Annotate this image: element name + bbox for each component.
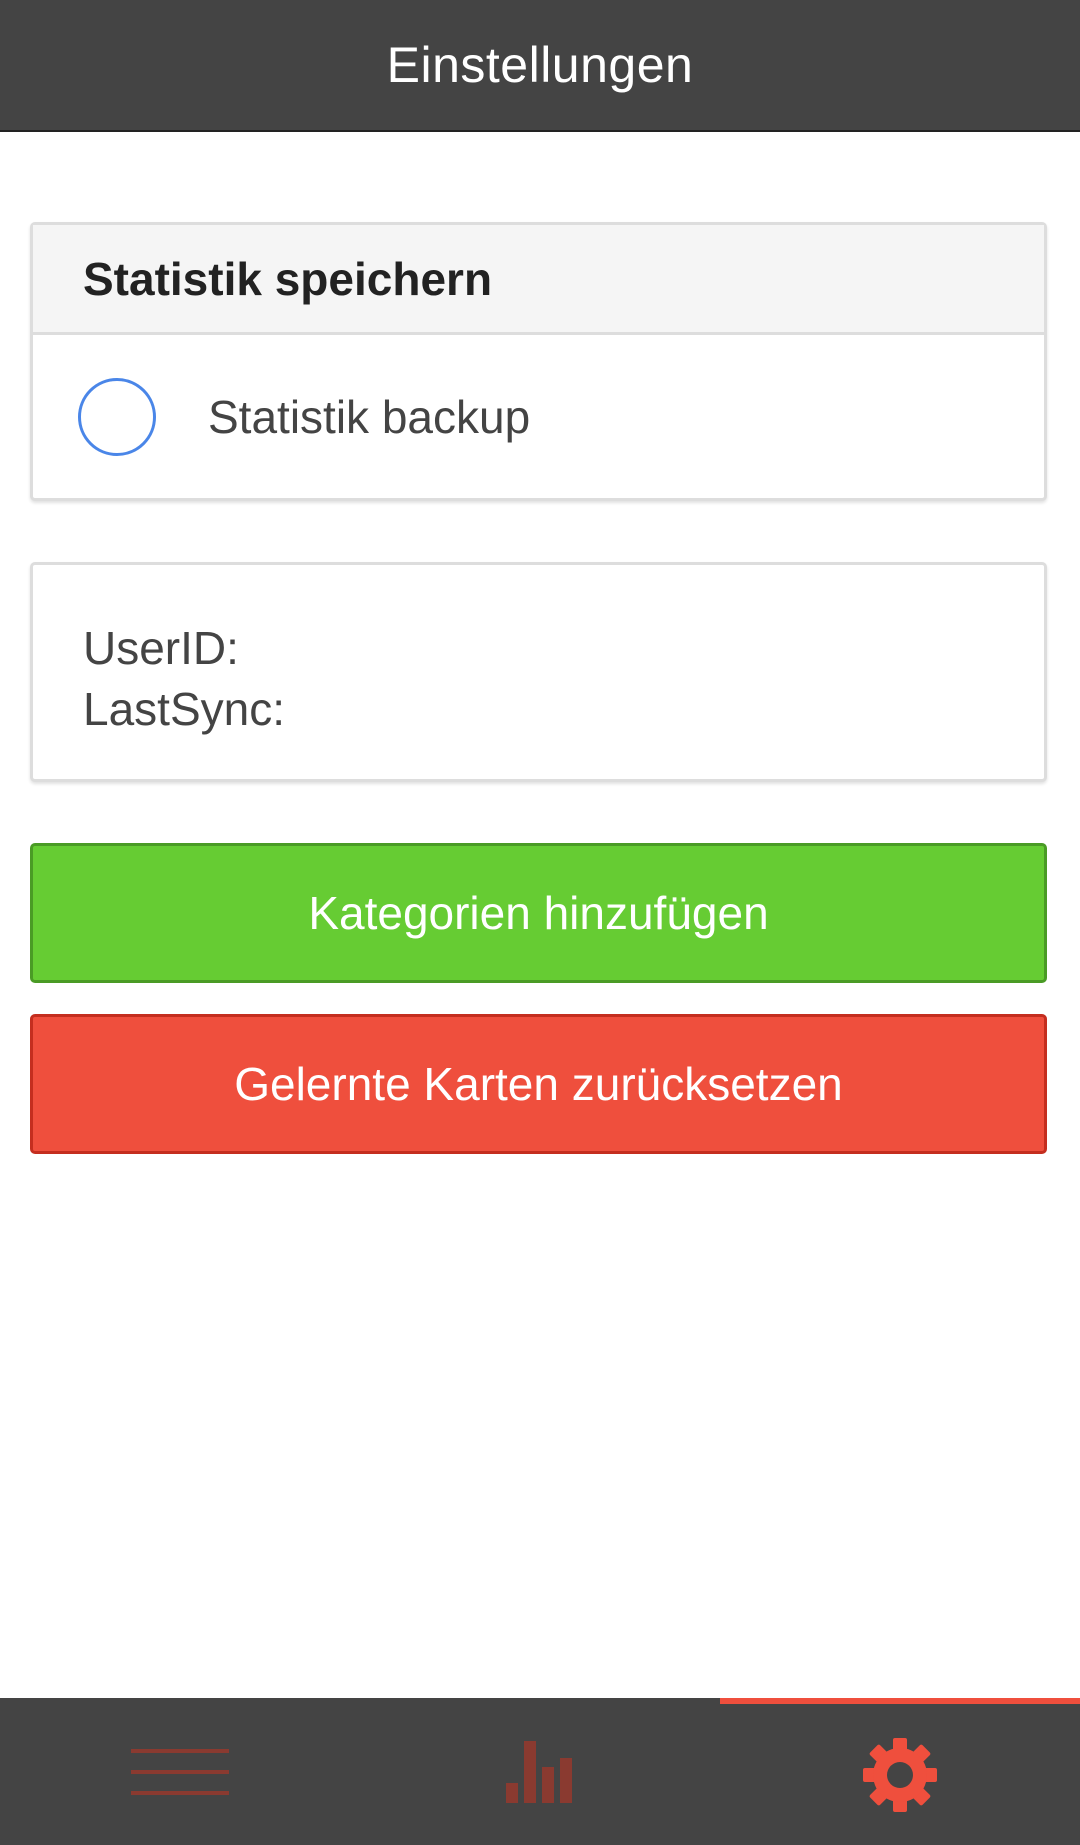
statistics-card-title: Statistik speichern bbox=[83, 252, 493, 305]
statistics-card-header: Statistik speichern bbox=[33, 225, 1044, 335]
userid-label: UserID: bbox=[83, 622, 239, 674]
tab-settings[interactable] bbox=[720, 1698, 1080, 1845]
statistics-backup-radio[interactable] bbox=[78, 377, 156, 456]
tab-menu[interactable] bbox=[0, 1698, 360, 1845]
add-categories-button[interactable]: Kategorien hinzufügen bbox=[30, 843, 1047, 983]
sync-info-card: UserID: LastSync: bbox=[30, 562, 1047, 782]
tab-statistics[interactable] bbox=[360, 1698, 720, 1845]
gear-icon bbox=[862, 1737, 938, 1813]
bottom-tab-bar bbox=[0, 1698, 1080, 1845]
statistics-backup-label: Statistik backup bbox=[208, 390, 531, 443]
menu-icon bbox=[131, 1748, 229, 1795]
lastsync-label: LastSync: bbox=[83, 683, 285, 735]
statistics-card: Statistik speichern Statistik backup bbox=[30, 222, 1047, 501]
statistics-backup-option[interactable]: Statistik backup bbox=[33, 335, 1044, 498]
bar-chart-icon bbox=[506, 1740, 574, 1803]
page-title: Einstellungen bbox=[386, 37, 694, 93]
app-header: Einstellungen bbox=[0, 0, 1080, 132]
reset-learned-cards-button[interactable]: Gelernte Karten zurücksetzen bbox=[30, 1014, 1047, 1154]
